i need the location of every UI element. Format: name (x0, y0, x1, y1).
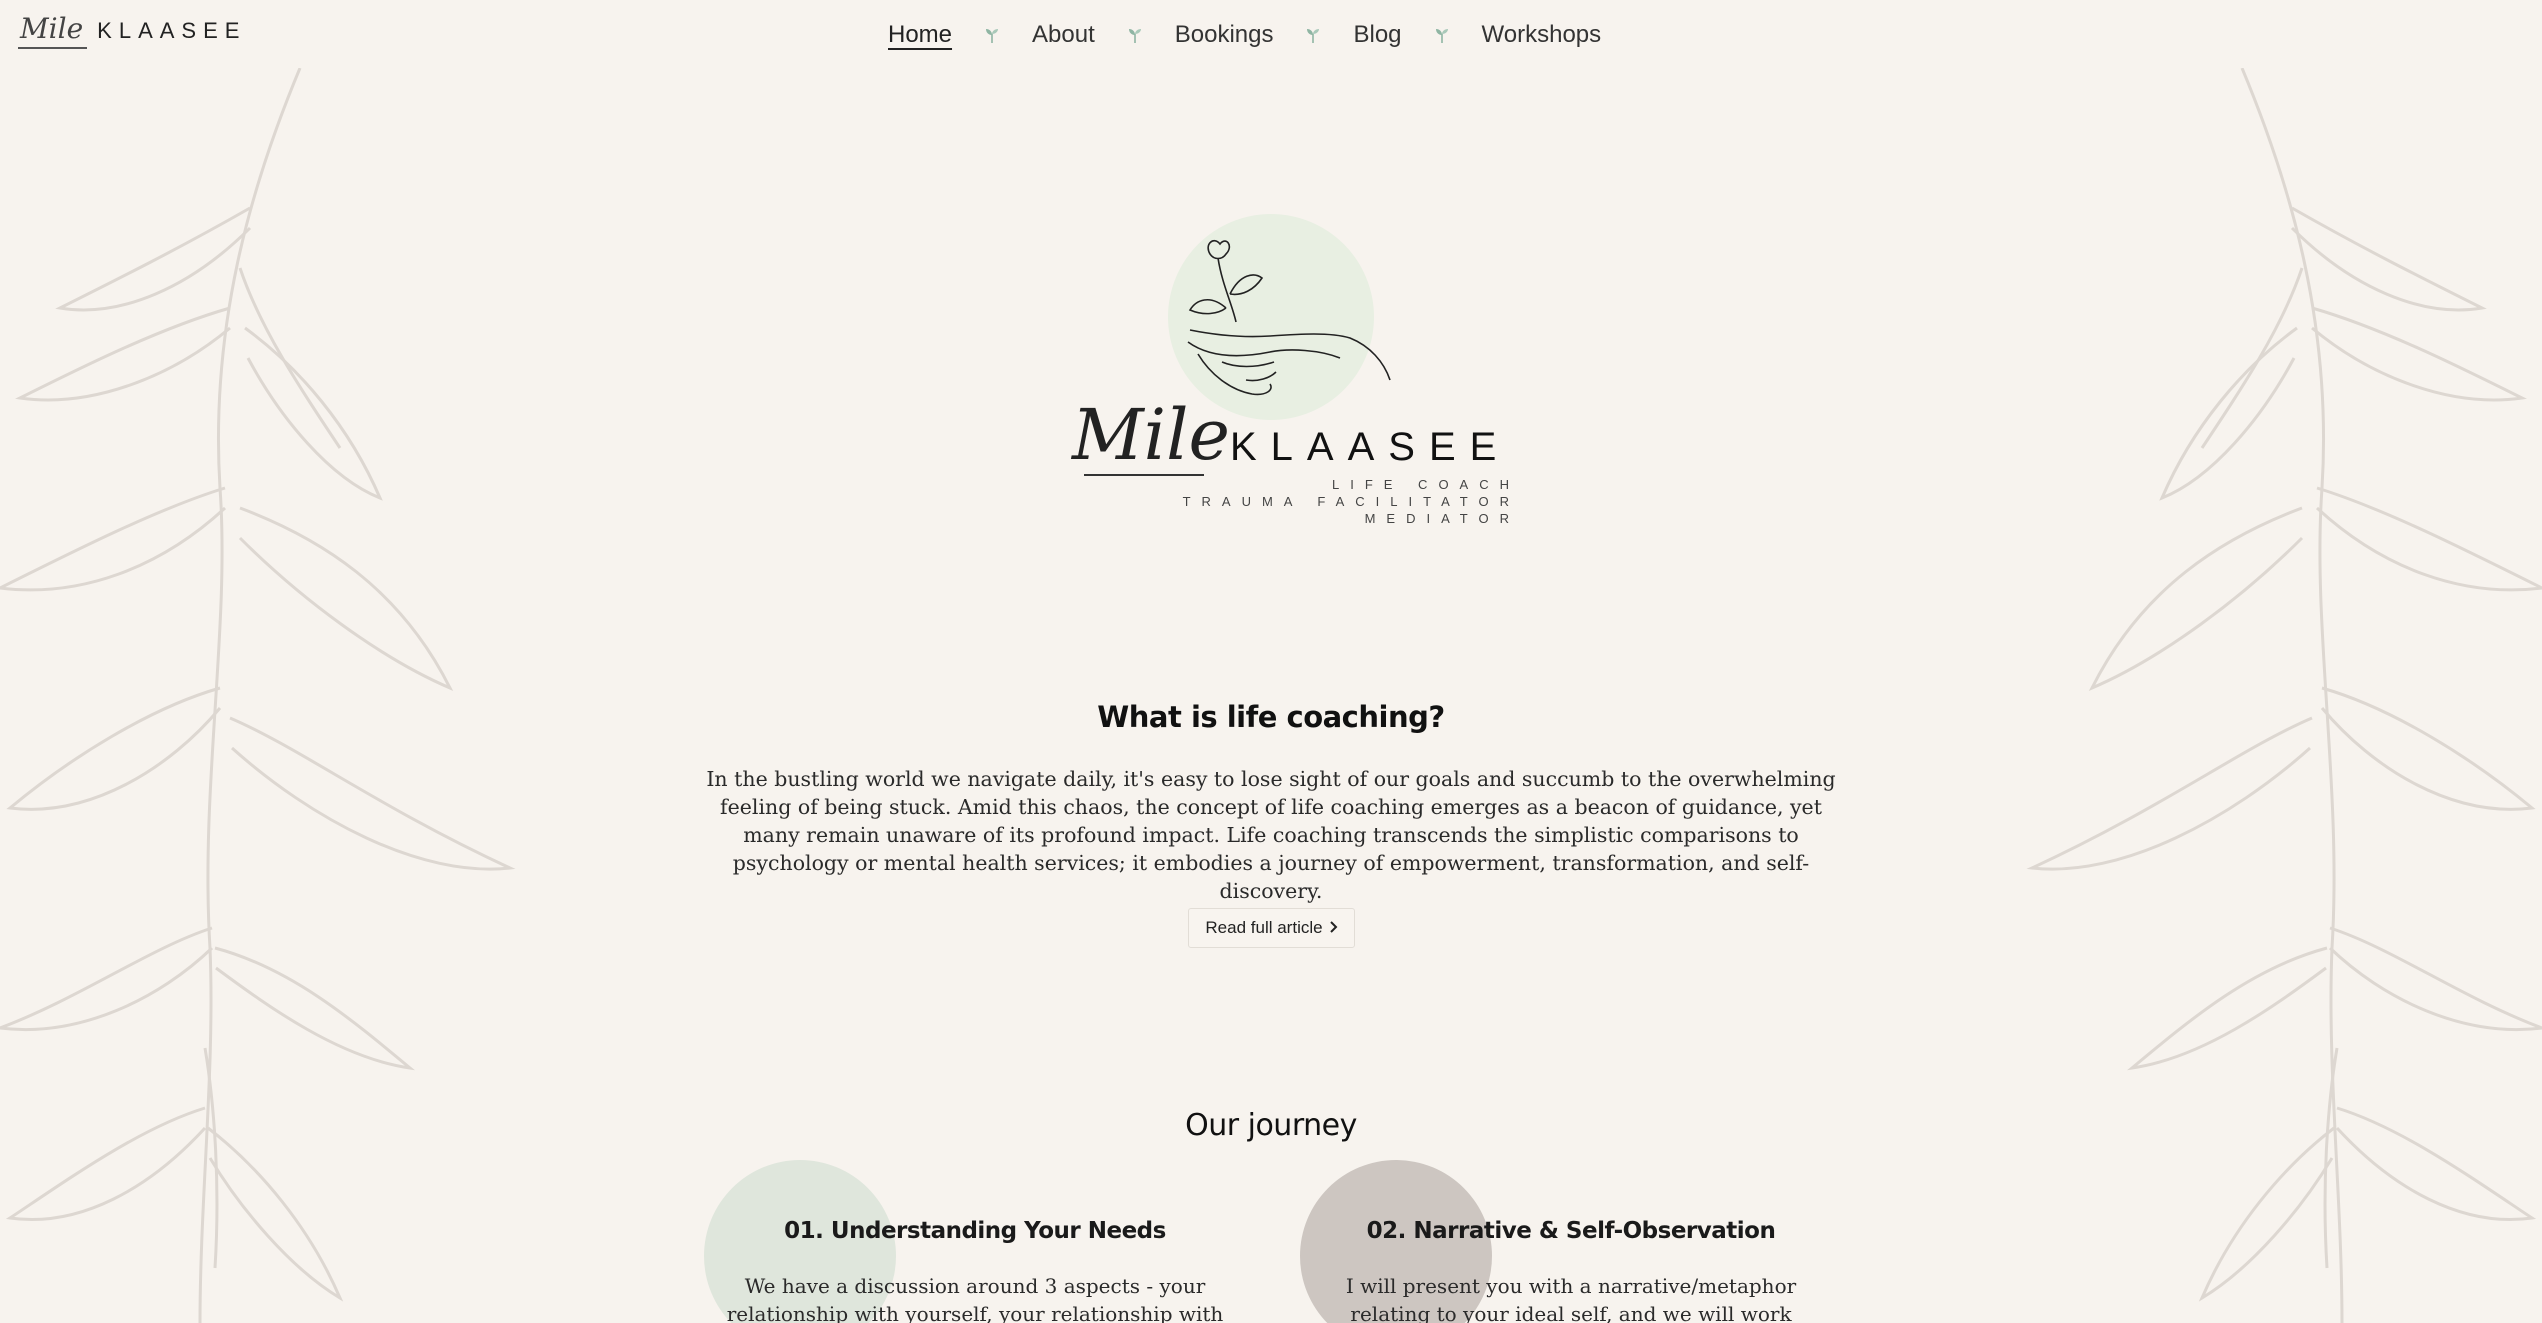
coaching-section-body: In the bustling world we navigate daily,… (706, 767, 1836, 903)
journey-section-title: Our journey (1185, 1108, 1357, 1143)
nav-item-about[interactable]: About (1032, 21, 1095, 49)
sprout-icon (1402, 26, 1482, 44)
site-logo[interactable]: Mile KLAASEE (18, 13, 247, 49)
logo-caps-text: KLAASEE (97, 18, 247, 43)
sprout-icon (1273, 26, 1353, 44)
sprout-icon (1095, 26, 1175, 44)
chevron-right-icon (1329, 918, 1338, 938)
nav-item-home[interactable]: Home (888, 21, 952, 49)
hand-holding-flower-icon (1187, 239, 1391, 396)
journey-card-heading: 01. Understanding Your Needs (784, 1218, 1166, 1244)
journey-card-2: 02. Narrative & Self-Observation I will … (1296, 1160, 1846, 1323)
hero-logo-underline (1084, 474, 1204, 476)
nav-item-bookings[interactable]: Bookings (1175, 21, 1274, 49)
logo-script-text: Mile (18, 13, 88, 49)
hero-tagline-trauma-facilitator: TRAUMA FACILITATOR (1182, 494, 1520, 509)
sprout-icon (952, 26, 1032, 44)
site-header: Mile KLAASEE Home About Bookings Blog Wo… (0, 0, 2542, 70)
journey-card-heading: 02. Narrative & Self-Observation (1366, 1218, 1776, 1244)
read-full-article-button[interactable]: Read full article (1188, 908, 1355, 948)
coaching-section-title: What is life coaching? (1097, 700, 1445, 734)
nav-item-blog[interactable]: Blog (1353, 21, 1401, 49)
journey-card-1: 01. Understanding Your Needs We have a d… (700, 1160, 1250, 1323)
journey-card-text: We have a discussion around 3 aspects - … (726, 1274, 1224, 1323)
nav-item-workshops[interactable]: Workshops (1482, 21, 1602, 49)
read-full-article-label: Read full article (1205, 918, 1323, 937)
hero-brand: Mile KLAASEE LIFE COACH TRAUMA FACILITAT… (1060, 210, 1520, 540)
hero-logo-caps: KLAASEE (1230, 425, 1511, 469)
hero-tagline-mediator: MEDIATOR (1364, 511, 1520, 526)
main-navigation: Home About Bookings Blog Workshops (888, 18, 1601, 52)
journey-card-text: I will present you with a narrative/meta… (1345, 1274, 1797, 1323)
hero-logo-script: Mile (1072, 394, 1230, 476)
hero-tagline-life-coach: LIFE COACH (1331, 477, 1520, 492)
